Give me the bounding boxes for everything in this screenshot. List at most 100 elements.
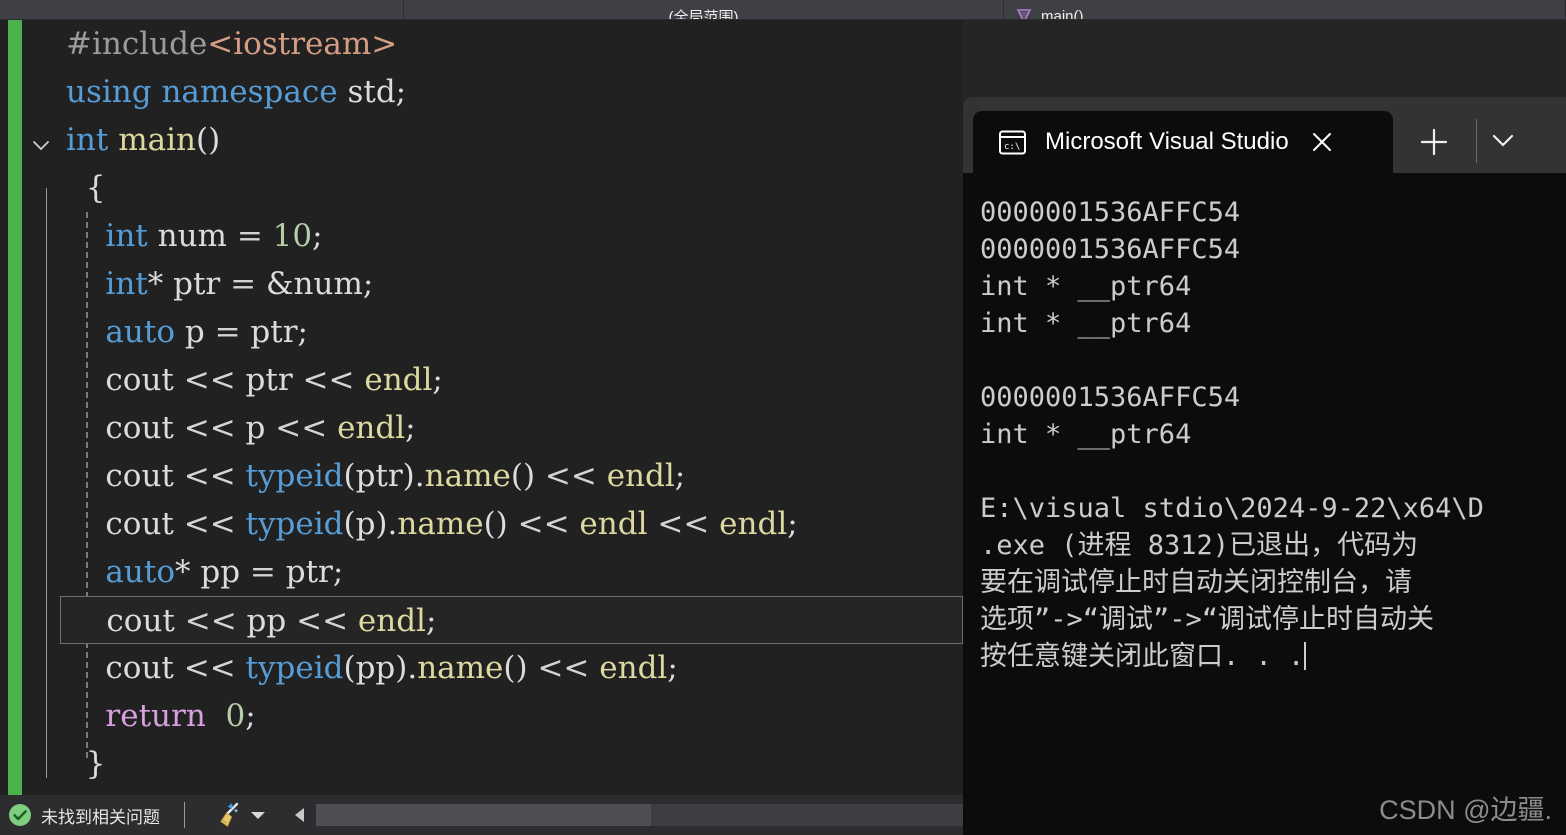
- code-line[interactable]: cout << pp << endl;: [60, 596, 963, 644]
- code-token: auto: [105, 314, 175, 350]
- horizontal-scrollbar[interactable]: [292, 803, 963, 827]
- broom-dropdown-chevron-icon[interactable]: [250, 810, 266, 820]
- code-token: main: [118, 122, 196, 158]
- terminal-tab-title: Microsoft Visual Studio: [1045, 128, 1289, 155]
- screen-root: (全局范围) main() #include<iostream> using na…: [0, 0, 1566, 835]
- status-message: 未找到相关问题: [41, 807, 160, 827]
- code-token: <<: [544, 458, 607, 494]
- code-line[interactable]: cout << ptr << endl;: [28, 356, 963, 404]
- code-token: <<: [275, 410, 338, 446]
- editor-status-bar: 未找到相关问题: [0, 795, 963, 835]
- code-token: (): [195, 122, 221, 158]
- scrollbar-thumb[interactable]: [316, 804, 651, 826]
- code-token: cout: [105, 506, 184, 542]
- code-line[interactable]: using namespace std;: [28, 68, 963, 116]
- terminal-window[interactable]: c:\ Microsoft Visual Studio 0000001536AF…: [963, 97, 1566, 835]
- code-token: endl: [579, 506, 658, 542]
- code-token: <<: [537, 650, 600, 686]
- code-line[interactable]: cout << typeid(pp).name() << endl;: [28, 644, 963, 692]
- code-token: name: [397, 506, 484, 542]
- code-token: endl: [599, 650, 668, 686]
- svg-text:c:\: c:\: [1004, 142, 1020, 152]
- code-token: ptr: [245, 362, 303, 398]
- code-token: name: [417, 650, 504, 686]
- plus-icon[interactable]: [1417, 125, 1451, 159]
- code-token: <<: [183, 410, 246, 446]
- code-token: <<: [183, 650, 246, 686]
- code-line[interactable]: }: [28, 740, 963, 788]
- code-token: ;: [312, 218, 323, 254]
- terminal-tab[interactable]: c:\ Microsoft Visual Studio: [973, 111, 1393, 173]
- terminal-toolbar-divider: [1476, 119, 1477, 163]
- code-token: cout: [105, 458, 184, 494]
- close-icon[interactable]: [1309, 129, 1335, 155]
- code-token: endl: [364, 362, 433, 398]
- code-line[interactable]: return 0;: [28, 692, 963, 740]
- code-editor[interactable]: #include<iostream> using namespace std; in…: [0, 20, 963, 795]
- code-line[interactable]: auto* pp = ptr;: [28, 548, 963, 596]
- terminal-line: 要在调试停止时自动关闭控制台，请: [980, 567, 1412, 598]
- code-token: (pp).: [343, 650, 418, 686]
- code-token: pp: [246, 603, 297, 639]
- code-token: 0: [225, 698, 246, 734]
- code-token: ptr;: [250, 314, 308, 350]
- code-lines-container[interactable]: #include<iostream> using namespace std; in…: [28, 20, 963, 795]
- member-combo[interactable]: main(): [1004, 0, 1566, 19]
- code-token: int: [105, 218, 148, 254]
- code-line[interactable]: {: [28, 164, 963, 212]
- code-token: ;: [674, 458, 686, 494]
- terminal-line: 0000001536AFFC54: [980, 382, 1241, 413]
- code-line[interactable]: cout << typeid(ptr).name() << endl;: [28, 452, 963, 500]
- code-token: (): [510, 458, 545, 494]
- scroll-left-arrow-icon[interactable]: [292, 805, 309, 825]
- code-token: ;: [405, 410, 416, 446]
- terminal-line: E:\visual stdio\2024-9-22\x64\D: [980, 493, 1484, 524]
- code-token: =: [214, 314, 251, 350]
- code-token: &num;: [265, 266, 374, 302]
- code-line[interactable]: cout << p << endl;: [28, 404, 963, 452]
- code-token: std;: [337, 74, 407, 110]
- code-token: (p).: [343, 506, 398, 542]
- code-token: ;: [667, 650, 678, 686]
- code-token: typeid: [245, 650, 344, 686]
- terminal-output[interactable]: 0000001536AFFC54 0000001536AFFC54 int * __…: [963, 173, 1566, 835]
- code-token: endl: [337, 410, 406, 446]
- code-token: using namespace: [66, 74, 338, 110]
- code-line[interactable]: int* ptr = &num;: [28, 260, 963, 308]
- code-token: * pp: [175, 554, 250, 590]
- terminal-cursor: [1304, 642, 1307, 670]
- code-line[interactable]: auto p = ptr;: [28, 308, 963, 356]
- code-token: <<: [183, 458, 246, 494]
- code-token: {: [85, 170, 106, 206]
- code-token: =: [230, 266, 266, 302]
- code-token: p: [245, 410, 276, 446]
- code-token: cout: [105, 362, 184, 398]
- scope-combo[interactable]: (全局范围): [404, 0, 1004, 19]
- scrollbar-track[interactable]: [316, 804, 963, 826]
- code-line[interactable]: int num = 10;: [28, 212, 963, 260]
- code-line[interactable]: cout << typeid(p).name() << endl << endl…: [28, 500, 963, 548]
- code-token: =: [249, 554, 286, 590]
- method-purple-icon: [1016, 9, 1032, 19]
- code-token: cout: [105, 410, 184, 446]
- code-line[interactable]: #include<iostream>: [28, 20, 963, 68]
- project-scope-combo[interactable]: [0, 0, 404, 19]
- code-token: 10: [272, 218, 313, 254]
- code-token: endl: [357, 603, 426, 639]
- chevron-down-icon[interactable]: [1487, 131, 1519, 150]
- code-line[interactable]: int main(): [28, 116, 963, 164]
- broom-icon[interactable]: [211, 801, 241, 829]
- code-token: name: [424, 458, 511, 494]
- code-token: ;: [787, 506, 798, 542]
